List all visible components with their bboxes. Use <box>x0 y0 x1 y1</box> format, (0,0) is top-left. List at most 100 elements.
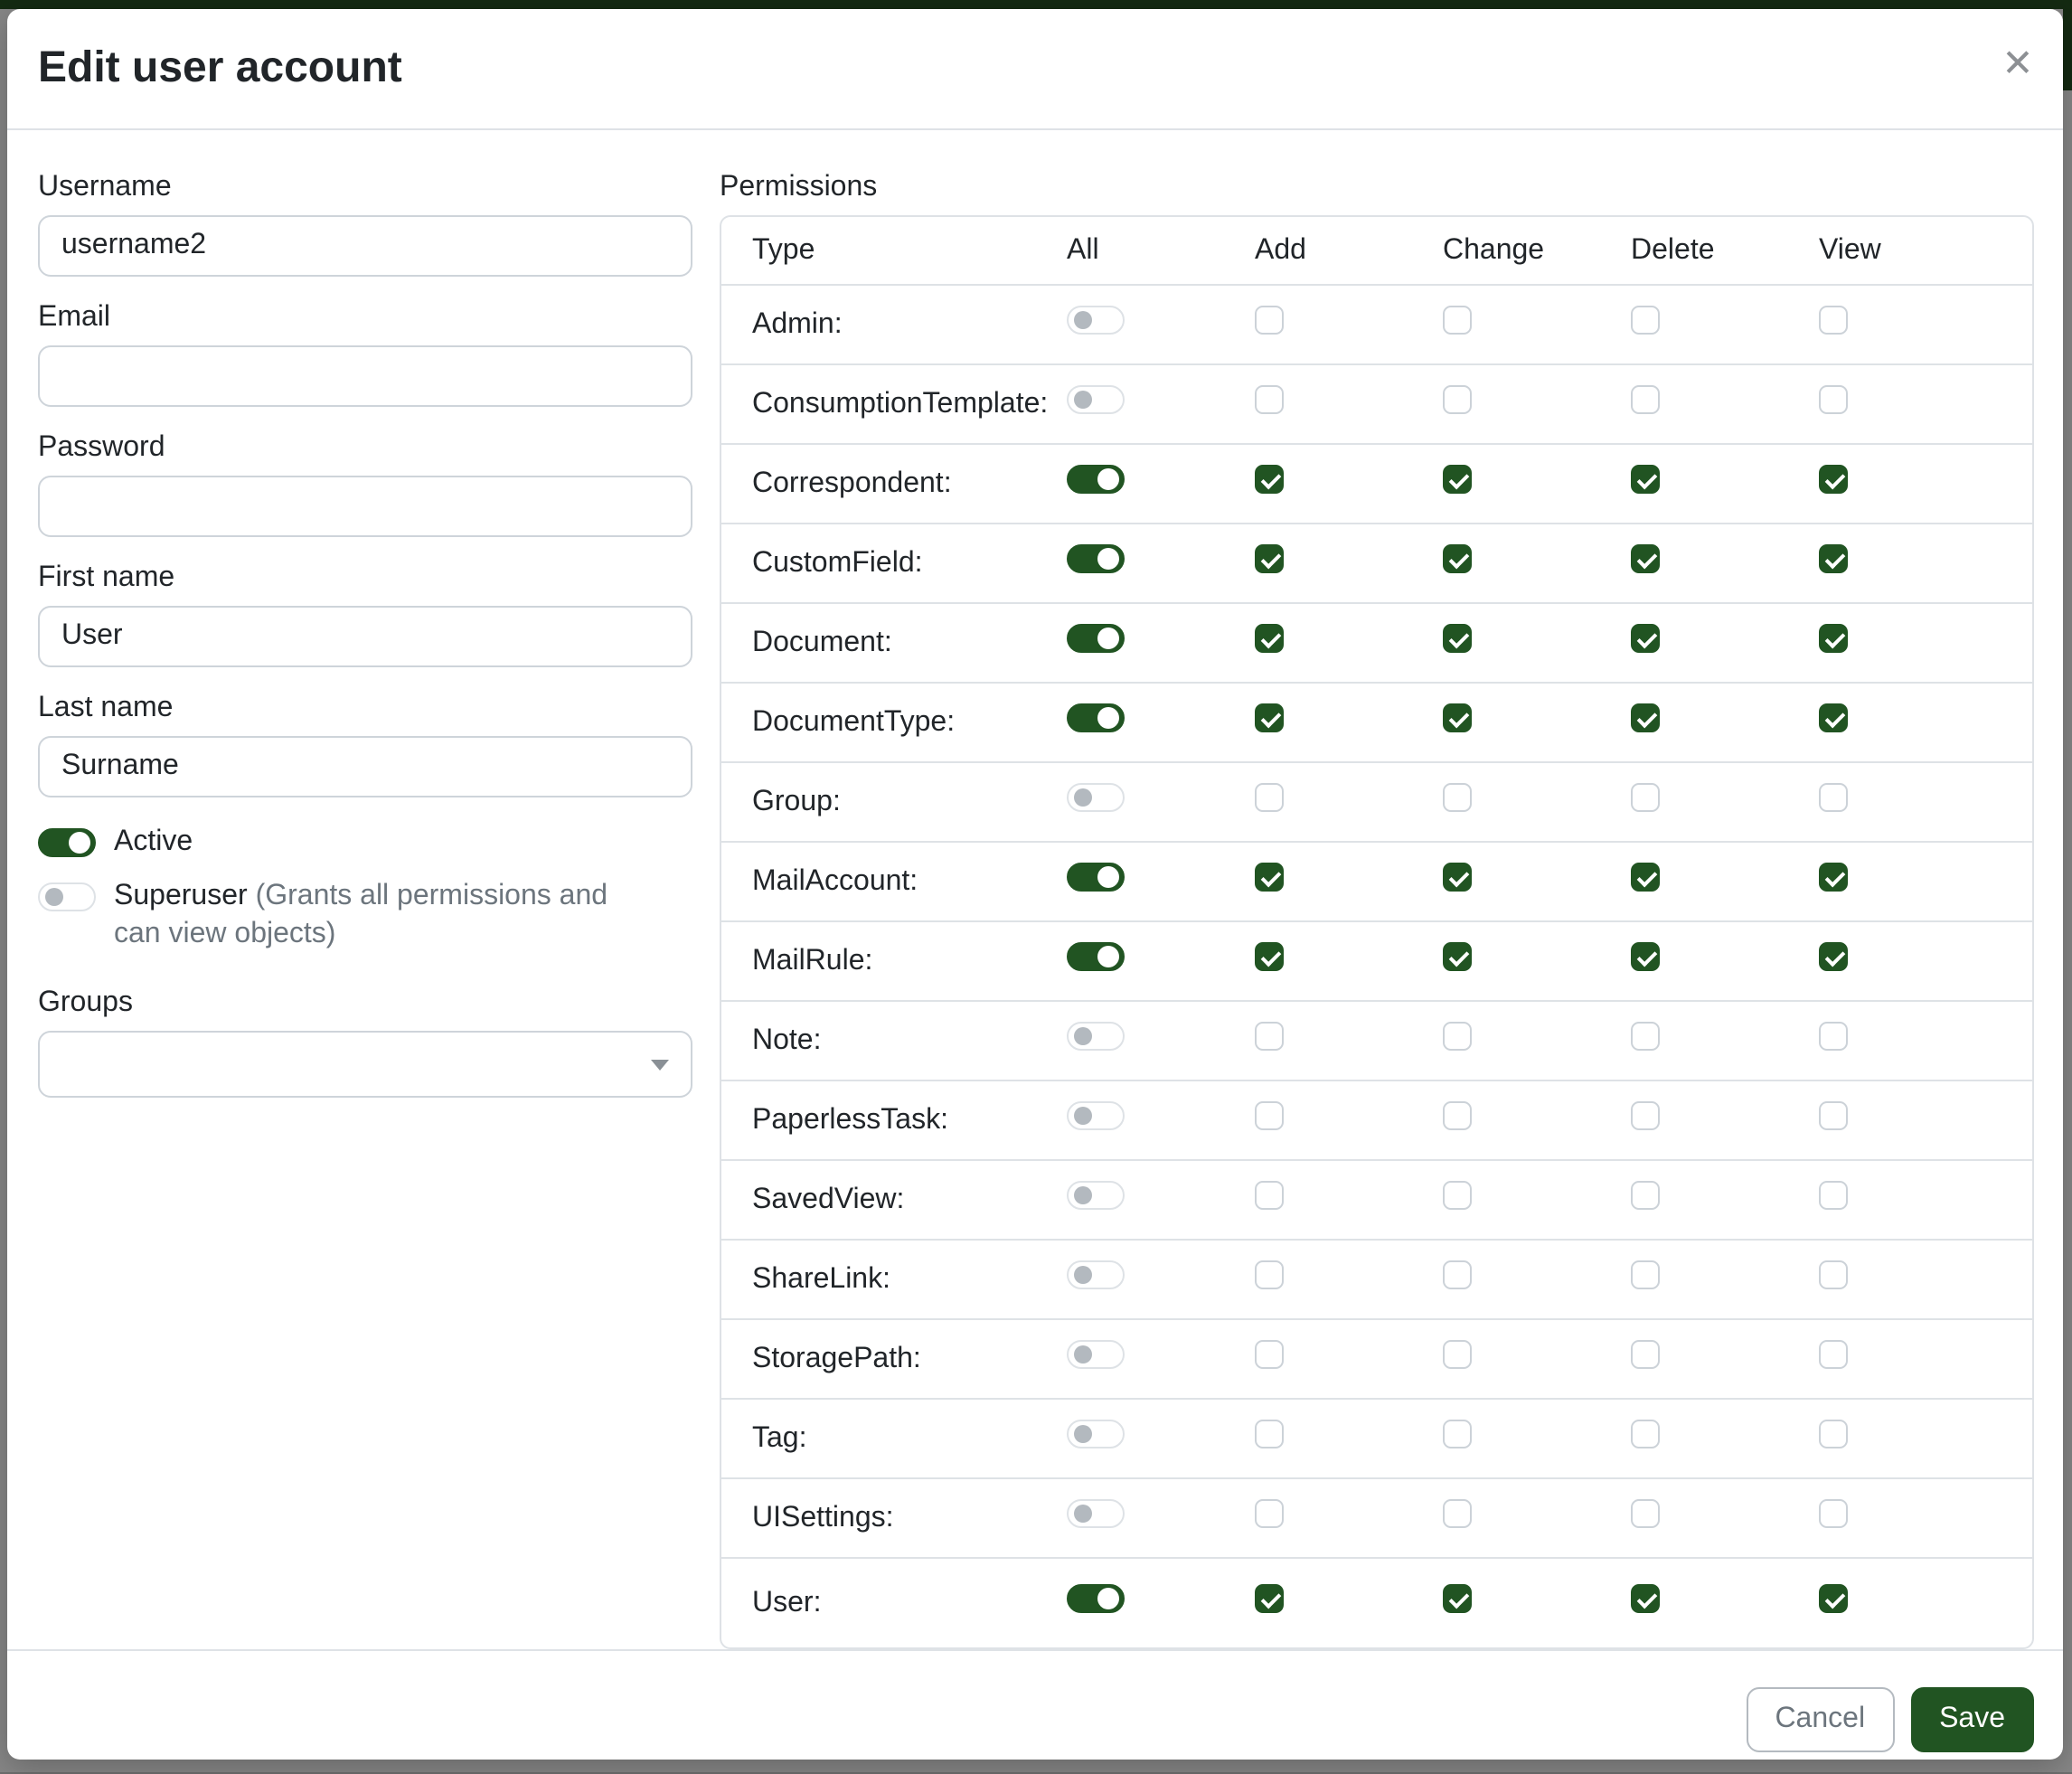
view-checkbox[interactable] <box>1819 1101 1848 1130</box>
add-checkbox[interactable] <box>1255 942 1284 971</box>
view-checkbox[interactable] <box>1819 544 1848 573</box>
change-checkbox[interactable] <box>1443 783 1472 812</box>
delete-checkbox[interactable] <box>1631 1260 1660 1289</box>
all-toggle[interactable] <box>1067 306 1125 335</box>
add-checkbox[interactable] <box>1255 863 1284 892</box>
col-header-add: Add <box>1235 234 1423 267</box>
delete-checkbox[interactable] <box>1631 1584 1660 1613</box>
delete-checkbox[interactable] <box>1631 465 1660 494</box>
change-checkbox[interactable] <box>1443 1022 1472 1051</box>
change-checkbox[interactable] <box>1443 1260 1472 1289</box>
all-toggle[interactable] <box>1067 465 1125 494</box>
add-checkbox[interactable] <box>1255 783 1284 812</box>
permissions-label: Permissions <box>720 168 2034 208</box>
view-checkbox[interactable] <box>1819 465 1848 494</box>
change-checkbox[interactable] <box>1443 465 1472 494</box>
all-toggle[interactable] <box>1067 1260 1125 1289</box>
all-toggle[interactable] <box>1067 1584 1125 1613</box>
change-checkbox[interactable] <box>1443 544 1472 573</box>
delete-checkbox[interactable] <box>1631 544 1660 573</box>
cancel-button[interactable]: Cancel <box>1746 1687 1894 1752</box>
change-checkbox[interactable] <box>1443 306 1472 335</box>
add-checkbox[interactable] <box>1255 465 1284 494</box>
all-toggle[interactable] <box>1067 1022 1125 1051</box>
delete-checkbox[interactable] <box>1631 1022 1660 1051</box>
delete-checkbox[interactable] <box>1631 385 1660 414</box>
all-toggle[interactable] <box>1067 1340 1125 1369</box>
add-checkbox[interactable] <box>1255 544 1284 573</box>
view-checkbox[interactable] <box>1819 703 1848 732</box>
delete-checkbox[interactable] <box>1631 1181 1660 1210</box>
add-checkbox[interactable] <box>1255 1101 1284 1130</box>
all-toggle[interactable] <box>1067 783 1125 812</box>
permission-row-tag: Tag: <box>721 1398 2032 1477</box>
page: Edit user account ✕ Username Email Passw… <box>0 0 2072 1772</box>
add-checkbox[interactable] <box>1255 624 1284 653</box>
change-checkbox[interactable] <box>1443 385 1472 414</box>
delete-checkbox[interactable] <box>1631 624 1660 653</box>
delete-checkbox[interactable] <box>1631 863 1660 892</box>
change-checkbox[interactable] <box>1443 1181 1472 1210</box>
add-checkbox[interactable] <box>1255 306 1284 335</box>
view-checkbox[interactable] <box>1819 1340 1848 1369</box>
add-checkbox[interactable] <box>1255 1584 1284 1613</box>
all-toggle[interactable] <box>1067 1420 1125 1448</box>
view-checkbox[interactable] <box>1819 1584 1848 1613</box>
superuser-toggle[interactable] <box>38 882 96 911</box>
change-checkbox[interactable] <box>1443 1584 1472 1613</box>
delete-checkbox[interactable] <box>1631 1499 1660 1528</box>
add-checkbox[interactable] <box>1255 703 1284 732</box>
password-field[interactable] <box>38 476 692 537</box>
add-checkbox[interactable] <box>1255 1260 1284 1289</box>
view-checkbox[interactable] <box>1819 942 1848 971</box>
add-checkbox[interactable] <box>1255 385 1284 414</box>
delete-checkbox[interactable] <box>1631 783 1660 812</box>
all-toggle[interactable] <box>1067 863 1125 892</box>
view-checkbox[interactable] <box>1819 1499 1848 1528</box>
all-toggle[interactable] <box>1067 385 1125 414</box>
change-checkbox[interactable] <box>1443 1420 1472 1448</box>
view-checkbox[interactable] <box>1819 1181 1848 1210</box>
add-checkbox[interactable] <box>1255 1340 1284 1369</box>
email-field[interactable] <box>38 345 692 407</box>
view-checkbox[interactable] <box>1819 1420 1848 1448</box>
delete-checkbox[interactable] <box>1631 1420 1660 1448</box>
change-checkbox[interactable] <box>1443 624 1472 653</box>
all-toggle[interactable] <box>1067 544 1125 573</box>
all-toggle[interactable] <box>1067 1101 1125 1130</box>
active-toggle[interactable] <box>38 828 96 857</box>
view-checkbox[interactable] <box>1819 385 1848 414</box>
add-checkbox[interactable] <box>1255 1022 1284 1051</box>
save-button[interactable]: Save <box>1910 1687 2034 1752</box>
view-checkbox[interactable] <box>1819 1022 1848 1051</box>
view-checkbox[interactable] <box>1819 624 1848 653</box>
change-checkbox[interactable] <box>1443 703 1472 732</box>
change-checkbox[interactable] <box>1443 1340 1472 1369</box>
view-checkbox[interactable] <box>1819 783 1848 812</box>
first-name-field[interactable] <box>38 606 692 667</box>
change-checkbox[interactable] <box>1443 942 1472 971</box>
view-checkbox[interactable] <box>1819 306 1848 335</box>
delete-checkbox[interactable] <box>1631 703 1660 732</box>
last-name-field[interactable] <box>38 736 692 797</box>
add-checkbox[interactable] <box>1255 1499 1284 1528</box>
groups-select[interactable] <box>38 1031 692 1098</box>
all-toggle[interactable] <box>1067 942 1125 971</box>
close-icon[interactable]: ✕ <box>1994 42 2041 89</box>
view-checkbox[interactable] <box>1819 863 1848 892</box>
delete-checkbox[interactable] <box>1631 1340 1660 1369</box>
change-checkbox[interactable] <box>1443 1499 1472 1528</box>
all-toggle[interactable] <box>1067 703 1125 732</box>
add-checkbox[interactable] <box>1255 1181 1284 1210</box>
add-checkbox[interactable] <box>1255 1420 1284 1448</box>
username-input[interactable] <box>38 215 692 277</box>
change-checkbox[interactable] <box>1443 1101 1472 1130</box>
delete-checkbox[interactable] <box>1631 942 1660 971</box>
delete-checkbox[interactable] <box>1631 306 1660 335</box>
all-toggle[interactable] <box>1067 624 1125 653</box>
change-checkbox[interactable] <box>1443 863 1472 892</box>
delete-checkbox[interactable] <box>1631 1101 1660 1130</box>
all-toggle[interactable] <box>1067 1181 1125 1210</box>
view-checkbox[interactable] <box>1819 1260 1848 1289</box>
all-toggle[interactable] <box>1067 1499 1125 1528</box>
